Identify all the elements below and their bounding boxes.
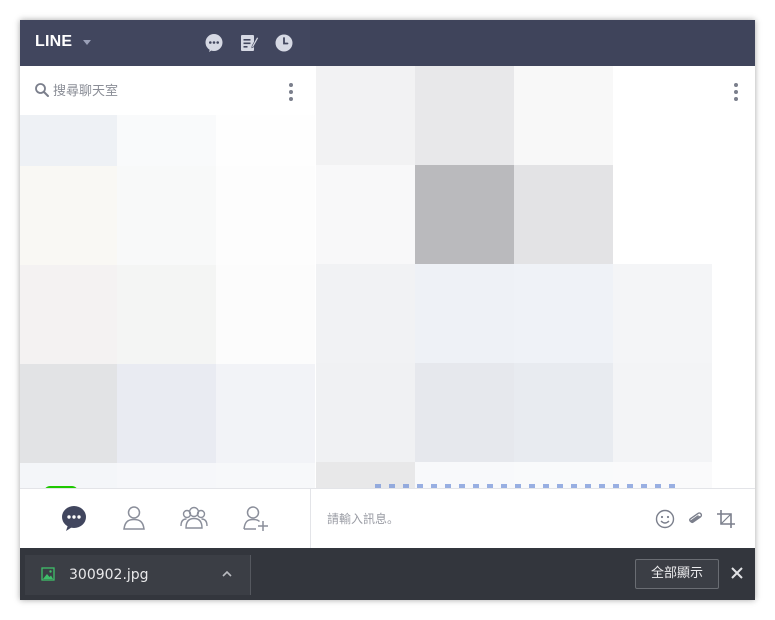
download-file-name: 300902.jpg (69, 567, 149, 583)
chevron-up-icon[interactable] (220, 567, 234, 581)
clock-icon[interactable] (274, 33, 294, 53)
chat-list-menu-icon[interactable] (288, 83, 294, 103)
download-item[interactable]: 300902.jpg (25, 555, 251, 595)
image-file-icon (41, 567, 55, 581)
chat-room-header (310, 20, 755, 66)
search-icon (35, 83, 49, 97)
search-input[interactable] (53, 80, 273, 102)
top-bar: LINE (20, 20, 755, 66)
show-all-button[interactable]: 全部顯示 (635, 559, 719, 589)
message-bar (310, 488, 755, 548)
note-icon[interactable] (239, 33, 259, 53)
brand-logo[interactable]: LINE (35, 33, 72, 51)
chat-search-bar (20, 66, 310, 115)
chat-icon[interactable] (204, 33, 224, 53)
message-input[interactable] (327, 509, 627, 529)
line-window: LINE 搜尋聊天室 請輸入訊息。 300902.jpg 全部顯示 (20, 20, 755, 600)
emoji-icon[interactable] (655, 509, 675, 529)
close-icon[interactable] (730, 566, 744, 580)
brand-dropdown-icon[interactable] (83, 40, 91, 45)
attach-icon[interactable] (685, 509, 705, 529)
bottom-nav (20, 488, 310, 548)
download-shelf: 300902.jpg 全部顯示 (20, 548, 755, 600)
chat-room-menu-icon[interactable] (733, 83, 739, 103)
pixelated-content (20, 115, 755, 488)
groups-icon[interactable] (180, 504, 208, 532)
add-friend-icon[interactable] (242, 504, 270, 532)
chats-icon[interactable] (60, 504, 88, 532)
crop-icon[interactable] (716, 509, 736, 529)
friend-icon[interactable] (120, 504, 148, 532)
